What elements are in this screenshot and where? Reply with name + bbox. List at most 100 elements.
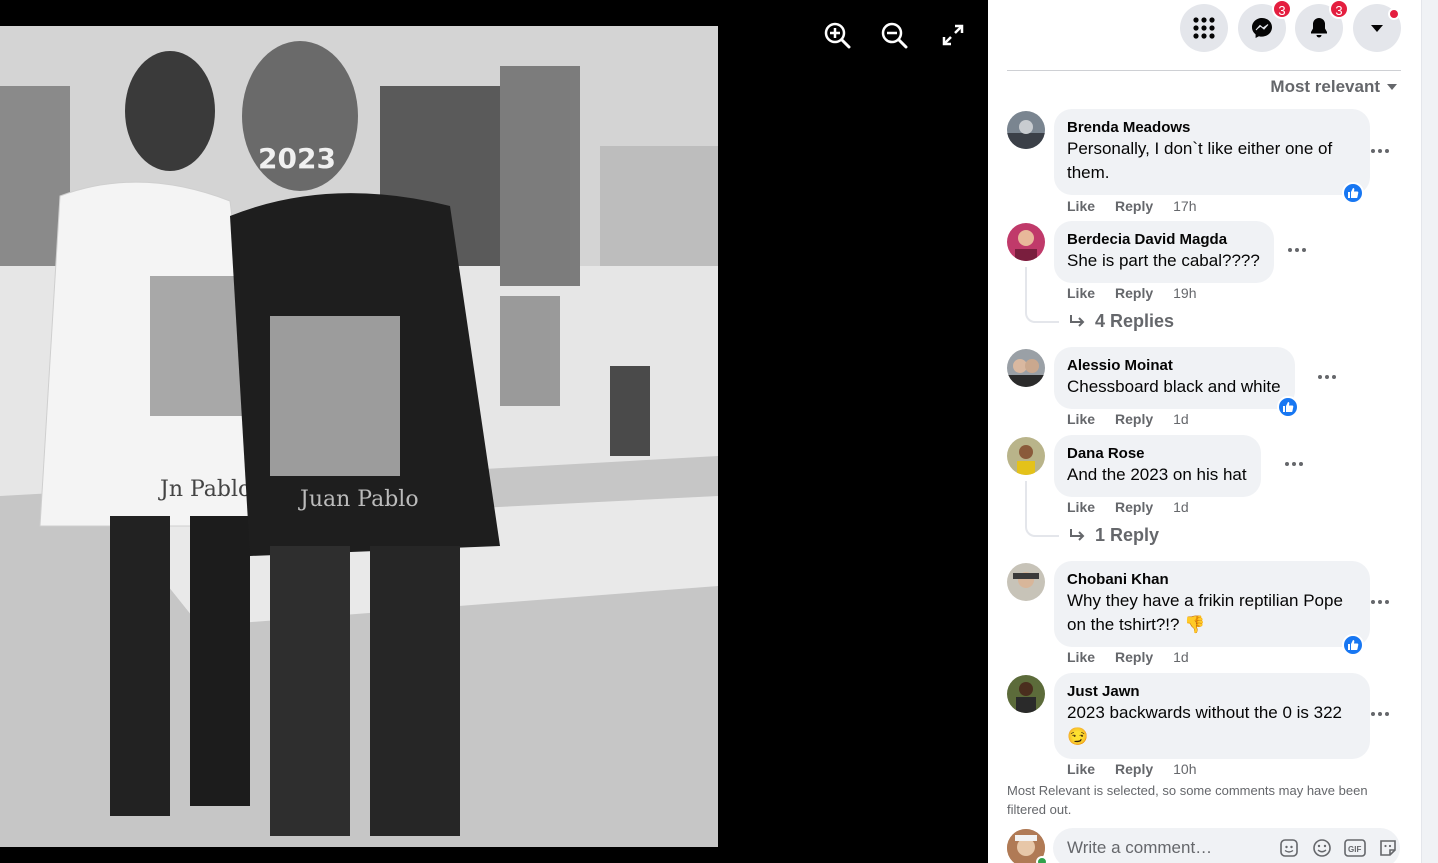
bell-icon xyxy=(1311,18,1327,38)
caret-down-icon xyxy=(1387,84,1397,90)
comment-author[interactable]: Dana Rose xyxy=(1067,444,1247,463)
like-button[interactable]: Like xyxy=(1067,411,1095,427)
zoom-out-button[interactable] xyxy=(877,18,911,52)
reply-button[interactable]: Reply xyxy=(1115,649,1153,665)
gif-icon: GIF xyxy=(1344,839,1366,857)
comment-options-button[interactable] xyxy=(1315,365,1339,389)
comment-actions: Like Reply 1d xyxy=(1067,499,1189,515)
like-button[interactable]: Like xyxy=(1067,649,1095,665)
comment-time[interactable]: 1d xyxy=(1173,499,1189,515)
hat-text: 2023 xyxy=(258,142,336,175)
more-dots-icon xyxy=(1288,248,1306,252)
shirt-text-right: Juan Pablo xyxy=(298,487,419,512)
reply-button[interactable]: Reply xyxy=(1115,285,1153,301)
reply-button[interactable]: Reply xyxy=(1115,411,1153,427)
account-notification-dot xyxy=(1388,8,1400,20)
replies-count: 4 Replies xyxy=(1095,311,1175,331)
comment-bubble: Brenda Meadows Personally, I don`t like … xyxy=(1054,109,1370,195)
avatar[interactable] xyxy=(1007,563,1045,601)
avatar[interactable] xyxy=(1007,111,1045,149)
avatar[interactable] xyxy=(1007,223,1045,261)
more-dots-icon xyxy=(1285,462,1303,466)
comment-time[interactable]: 19h xyxy=(1173,285,1196,301)
comments-panel: 3 3 Most relevant Brenda Meadows Persona… xyxy=(988,0,1438,863)
gif-button[interactable]: GIF xyxy=(1344,837,1366,859)
like-reaction-icon[interactable] xyxy=(1277,396,1299,418)
comment-input[interactable] xyxy=(1067,838,1267,858)
notifications-button[interactable]: 3 xyxy=(1295,0,1349,52)
comment-time[interactable]: 10h xyxy=(1173,761,1196,777)
like-reaction-icon[interactable] xyxy=(1342,182,1364,204)
more-dots-icon xyxy=(1371,600,1389,604)
sticker-button[interactable] xyxy=(1377,837,1399,859)
like-button[interactable]: Like xyxy=(1067,285,1095,301)
comment-author[interactable]: Chobani Khan xyxy=(1067,570,1356,589)
apps-grid-icon xyxy=(1193,17,1215,39)
comment-options-button[interactable] xyxy=(1368,590,1392,614)
comment-composer: GIF xyxy=(1053,828,1400,863)
thread-line xyxy=(1025,267,1059,323)
more-dots-icon xyxy=(1371,149,1389,153)
view-replies-button[interactable]: 1 Reply xyxy=(1069,525,1159,546)
comment-options-button[interactable] xyxy=(1285,238,1309,262)
comment-author[interactable]: Just Jawn xyxy=(1067,682,1356,701)
comment-author[interactable]: Brenda Meadows xyxy=(1067,118,1356,137)
comment-author[interactable]: Alessio Moinat xyxy=(1067,356,1281,375)
like-button[interactable]: Like xyxy=(1067,499,1095,515)
post-photo[interactable]: Jn Pablo 2023 Juan Pablo xyxy=(0,26,718,847)
avatar-image xyxy=(1007,563,1045,601)
scrollbar[interactable] xyxy=(1421,0,1438,863)
comment-bubble: Just Jawn 2023 backwards without the 0 i… xyxy=(1054,673,1370,759)
comment-bubble: Berdecia David Magda She is part the cab… xyxy=(1054,221,1274,283)
comment-time[interactable]: 17h xyxy=(1173,198,1196,214)
comment-actions: Like Reply 1d xyxy=(1067,649,1189,665)
svg-text:GIF: GIF xyxy=(1348,845,1361,854)
replies-count: 1 Reply xyxy=(1095,525,1160,545)
reply-arrow-icon xyxy=(1070,314,1085,327)
filter-notice: Most Relevant is selected, so some comme… xyxy=(1007,783,1368,817)
avatar[interactable] xyxy=(1007,349,1045,387)
reply-button[interactable]: Reply xyxy=(1115,198,1153,214)
comment-options-button[interactable] xyxy=(1282,452,1306,476)
zoom-in-button[interactable] xyxy=(820,18,854,52)
menu-button[interactable] xyxy=(1180,4,1228,52)
reply-button[interactable]: Reply xyxy=(1115,499,1153,515)
emoji-button[interactable] xyxy=(1311,837,1333,859)
comment-text: Personally, I don`t like either one of t… xyxy=(1067,139,1333,182)
like-reaction-icon[interactable] xyxy=(1342,634,1364,656)
comment-bubble: Chobani Khan Why they have a frikin rept… xyxy=(1054,561,1370,647)
more-dots-icon xyxy=(1371,712,1389,716)
divider xyxy=(1007,70,1401,71)
sort-label: Most relevant xyxy=(1270,77,1380,96)
sticker-icon xyxy=(1380,840,1396,856)
comment-bubble: Alessio Moinat Chessboard black and whit… xyxy=(1054,347,1295,409)
comment-actions: Like Reply 17h xyxy=(1067,198,1197,214)
comment-time[interactable]: 1d xyxy=(1173,649,1189,665)
fullscreen-button[interactable] xyxy=(936,18,970,52)
comment-text: 2023 backwards without the 0 is 322 😏 xyxy=(1067,703,1343,746)
messenger-button[interactable]: 3 xyxy=(1238,0,1292,52)
avatar-image xyxy=(1007,675,1045,713)
sort-dropdown[interactable]: Most relevant xyxy=(1270,77,1398,97)
like-button[interactable]: Like xyxy=(1067,761,1095,777)
comment-text: She is part the cabal???? xyxy=(1067,251,1260,270)
comment-bubble: Dana Rose And the 2023 on his hat xyxy=(1054,435,1261,497)
comment-options-button[interactable] xyxy=(1368,139,1392,163)
more-dots-icon xyxy=(1318,375,1336,379)
avatar-sticker-button[interactable] xyxy=(1278,837,1300,859)
view-replies-button[interactable]: 4 Replies xyxy=(1069,311,1174,332)
sticker-face-icon xyxy=(1280,839,1298,857)
avatar[interactable] xyxy=(1007,437,1045,475)
account-button[interactable] xyxy=(1353,4,1401,52)
like-button[interactable]: Like xyxy=(1067,198,1095,214)
online-status-dot xyxy=(1036,856,1048,863)
comment-options-button[interactable] xyxy=(1368,702,1392,726)
caret-down-icon xyxy=(1371,25,1383,32)
comment-time[interactable]: 1d xyxy=(1173,411,1189,427)
thread-line xyxy=(1025,481,1059,537)
reply-button[interactable]: Reply xyxy=(1115,761,1153,777)
messenger-icon xyxy=(1252,18,1272,38)
avatar[interactable] xyxy=(1007,675,1045,713)
comment-author[interactable]: Berdecia David Magda xyxy=(1067,230,1260,249)
photo-illustration: Jn Pablo 2023 Juan Pablo xyxy=(0,26,718,847)
